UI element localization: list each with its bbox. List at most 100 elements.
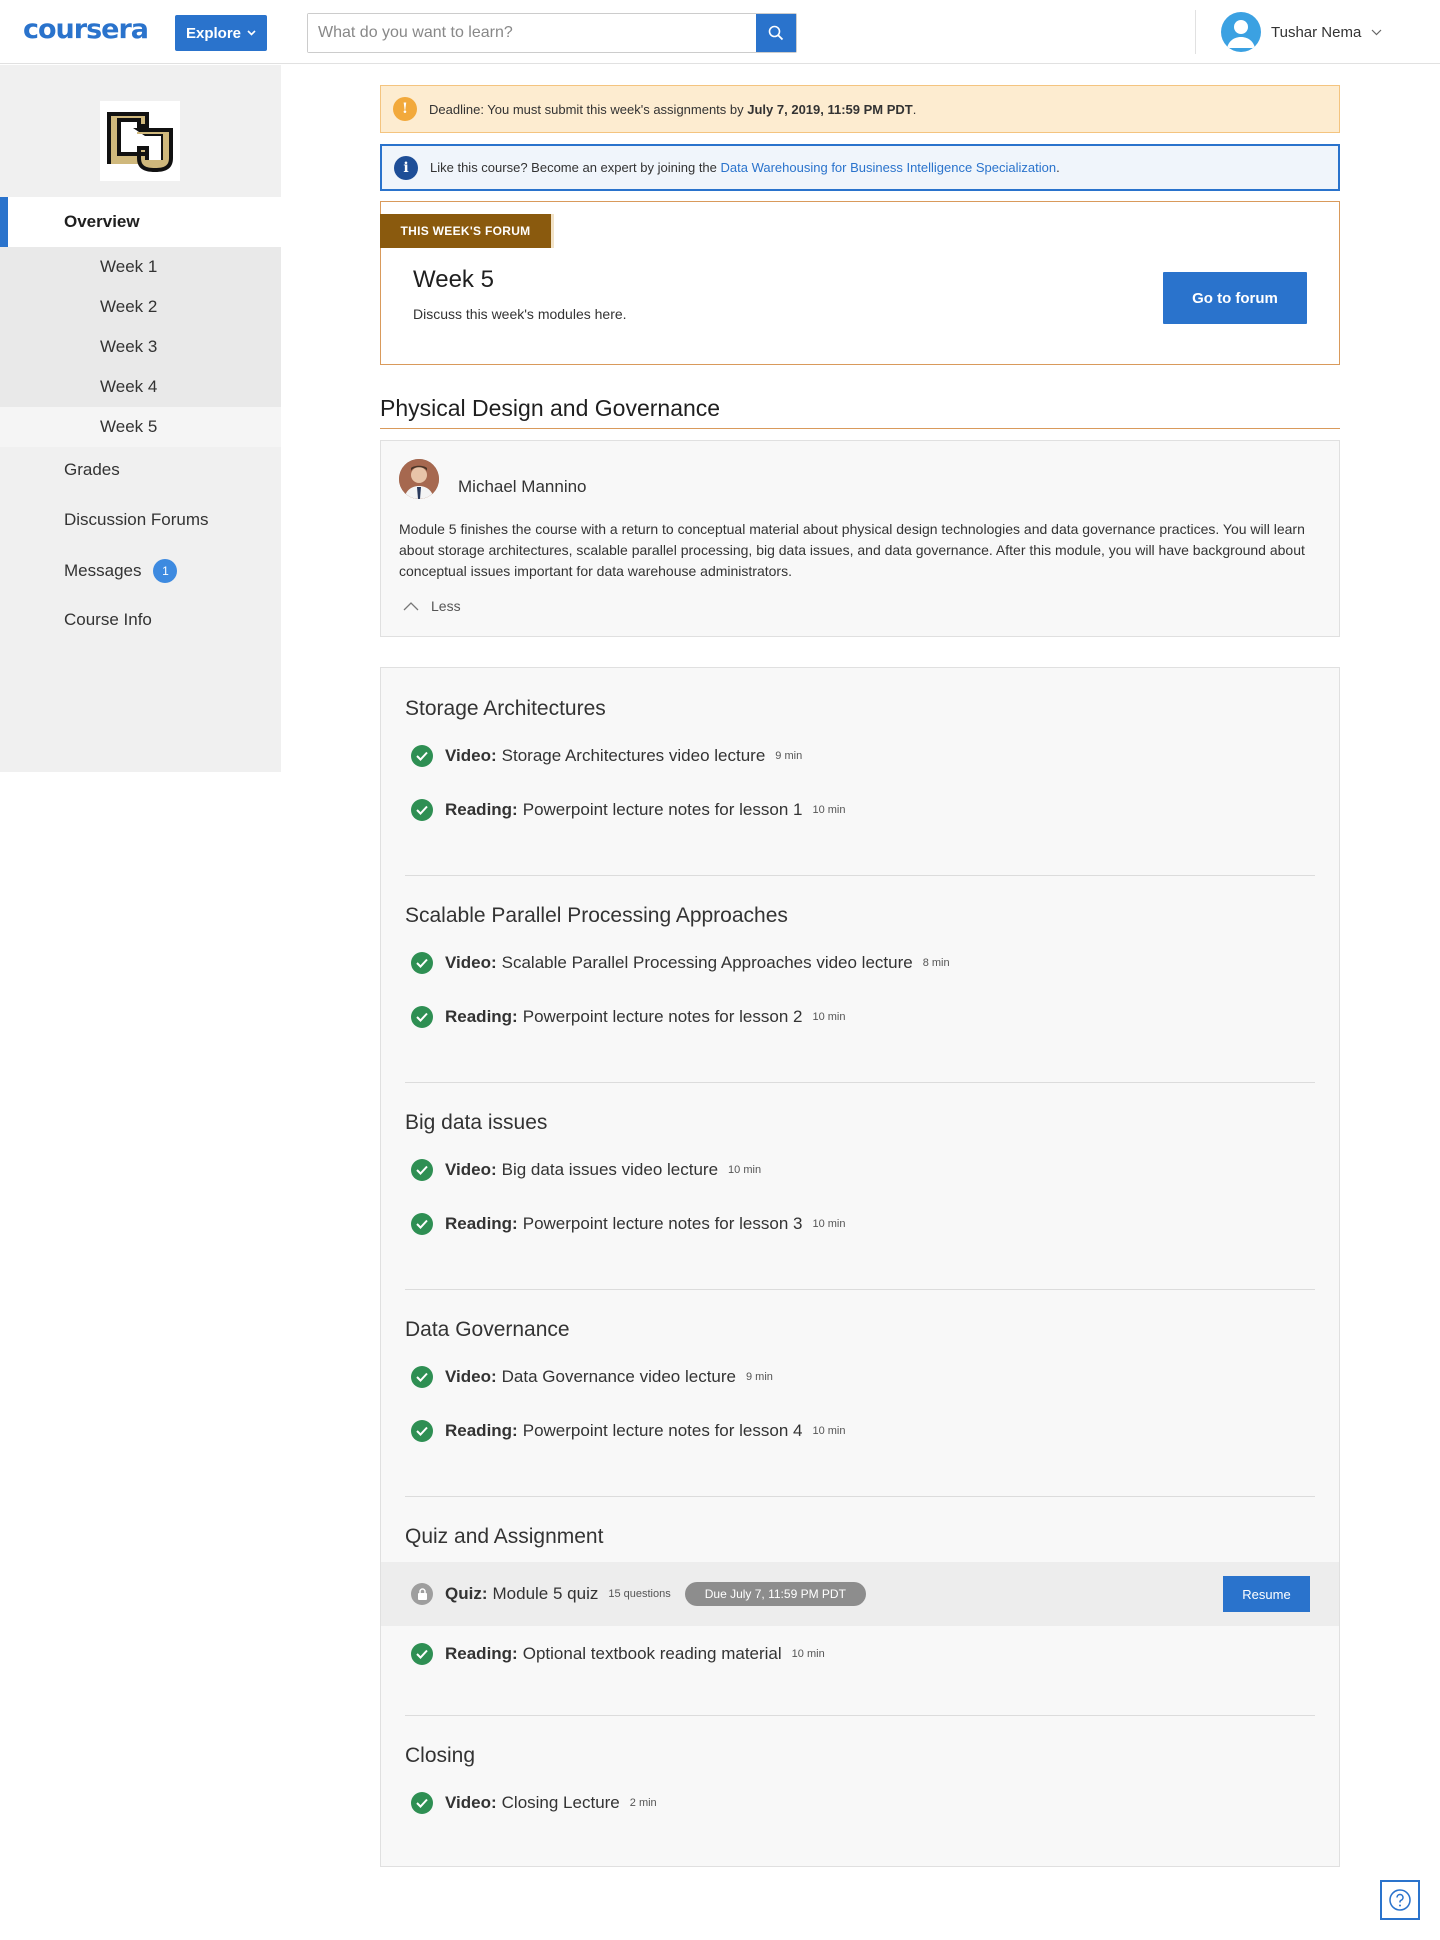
item-name: Big data issues video lecture <box>501 1160 719 1179</box>
item-kind: Reading: <box>445 1214 518 1233</box>
top-header: coursera Explore Tushar Nema <box>0 0 1440 64</box>
search-icon <box>768 25 784 41</box>
item-name: Powerpoint lecture notes for lesson 4 <box>522 1421 803 1440</box>
warning-icon: ! <box>393 97 417 121</box>
sidebar-item-grades[interactable]: Grades <box>64 460 120 480</box>
item-kind: Reading: <box>445 1007 518 1026</box>
university-logo[interactable] <box>100 101 180 181</box>
user-name: Tushar Nema <box>1271 23 1362 41</box>
lesson-item[interactable]: Video: Closing Lecture 2 min <box>411 1792 657 1814</box>
lesson-item[interactable]: Reading: Powerpoint lecture notes for le… <box>411 1006 845 1028</box>
item-name: Powerpoint lecture notes for lesson 3 <box>522 1214 803 1233</box>
lesson-divider <box>405 1496 1315 1497</box>
deadline-prefix: Deadline: You must submit this week's as… <box>429 101 748 117</box>
cu-logo-icon <box>107 112 173 172</box>
module-description-card: Michael Mannino Module 5 finishes the co… <box>380 440 1340 637</box>
item-name: Module 5 quiz <box>492 1584 599 1603</box>
lock-icon <box>411 1583 433 1605</box>
lesson-item[interactable]: Reading: Powerpoint lecture notes for le… <box>411 799 845 821</box>
quiz-question-count: 15 questions <box>608 1588 671 1600</box>
messages-label: Messages <box>64 561 142 580</box>
lesson-title: Quiz and Assignment <box>405 1525 604 1548</box>
less-toggle[interactable]: Less <box>403 598 461 614</box>
check-circle-icon <box>411 1213 433 1235</box>
info-suffix: . <box>1056 160 1060 175</box>
chevron-down-icon <box>247 30 256 36</box>
sidebar-item-week-1[interactable]: Week 1 <box>0 247 281 287</box>
module-description: Module 5 finishes the course with a retu… <box>399 521 1305 579</box>
item-duration: 10 min <box>812 804 846 816</box>
lesson-divider <box>405 875 1315 876</box>
lesson-item[interactable]: Reading: Optional textbook reading mater… <box>411 1643 825 1665</box>
sidebar: Overview Week 1 Week 2 Week 3 Week 4 Wee… <box>0 65 281 772</box>
search-input[interactable] <box>308 14 756 52</box>
check-circle-icon <box>411 745 433 767</box>
sidebar-item-week-3[interactable]: Week 3 <box>0 327 281 367</box>
item-duration: 10 min <box>791 1648 825 1660</box>
coursera-logo[interactable]: coursera <box>23 14 149 45</box>
help-icon <box>1389 1889 1411 1911</box>
quiz-row[interactable]: Quiz: Module 5 quiz 15 questions Due Jul… <box>381 1562 1339 1626</box>
forum-tag: THIS WEEK'S FORUM <box>380 214 551 248</box>
specialization-alert: i Like this course? Become an expert by … <box>380 144 1340 191</box>
deadline-alert: ! Deadline: You must submit this week's … <box>380 85 1340 133</box>
lesson-item[interactable]: Video: Scalable Parallel Processing Appr… <box>411 952 950 974</box>
forum-subtitle: Discuss this week's modules here. <box>413 306 627 322</box>
item-name: Optional textbook reading material <box>522 1644 782 1663</box>
item-duration: 10 min <box>728 1164 762 1176</box>
sidebar-item-week-5[interactable]: Week 5 <box>0 407 281 447</box>
explore-label: Explore <box>185 24 242 42</box>
item-name: Storage Architectures video lecture <box>501 746 766 765</box>
item-kind: Video: <box>445 746 497 765</box>
item-name: Powerpoint lecture notes for lesson 1 <box>522 800 803 819</box>
item-name: Data Governance video lecture <box>501 1367 736 1386</box>
check-circle-icon <box>411 1159 433 1181</box>
item-duration: 8 min <box>922 957 950 969</box>
quiz-item[interactable]: Quiz: Module 5 quiz 15 questions Due Jul… <box>411 1582 866 1606</box>
help-button[interactable] <box>1380 1880 1420 1920</box>
item-duration: 10 min <box>812 1425 846 1437</box>
lesson-item[interactable]: Reading: Powerpoint lecture notes for le… <box>411 1420 845 1442</box>
info-prefix: Like this course? Become an expert by jo… <box>430 160 721 175</box>
go-to-forum-button[interactable]: Go to forum <box>1163 272 1307 324</box>
lesson-title: Scalable Parallel Processing Approaches <box>405 904 788 927</box>
module-title: Physical Design and Governance <box>380 395 721 421</box>
item-kind: Reading: <box>445 1644 518 1663</box>
sidebar-item-course-info[interactable]: Course Info <box>64 610 152 630</box>
lesson-item[interactable]: Video: Storage Architectures video lectu… <box>411 745 802 767</box>
user-icon <box>1227 20 1255 48</box>
lesson-divider <box>405 1715 1315 1716</box>
instructor-name[interactable]: Michael Mannino <box>458 477 587 497</box>
item-duration: 9 min <box>775 750 803 762</box>
lesson-item[interactable]: Reading: Powerpoint lecture notes for le… <box>411 1213 845 1235</box>
resume-button[interactable]: Resume <box>1223 1576 1310 1612</box>
item-name: Powerpoint lecture notes for lesson 2 <box>522 1007 803 1026</box>
due-date-badge: Due July 7, 11:59 PM PDT <box>684 1582 866 1606</box>
search-bar <box>307 13 797 53</box>
lesson-title: Big data issues <box>405 1111 548 1134</box>
weekly-forum-card: THIS WEEK'S FORUM Week 5 Discuss this we… <box>380 201 1340 365</box>
lesson-divider <box>405 1289 1315 1290</box>
user-menu[interactable]: Tushar Nema <box>1221 12 1382 52</box>
item-kind: Reading: <box>445 1421 518 1440</box>
sidebar-item-messages[interactable]: Messages 1 <box>64 559 178 583</box>
avatar <box>1221 12 1261 52</box>
lesson-item[interactable]: Video: Big data issues video lecture 10 … <box>411 1159 761 1181</box>
check-circle-icon <box>411 1420 433 1442</box>
info-icon: i <box>394 155 418 180</box>
explore-button[interactable]: Explore <box>175 15 267 51</box>
specialization-link[interactable]: Data Warehousing for Business Intelligen… <box>721 160 1057 175</box>
item-kind: Video: <box>445 1160 497 1179</box>
item-duration: 10 min <box>812 1218 846 1230</box>
lesson-item[interactable]: Video: Data Governance video lecture 9 m… <box>411 1366 773 1388</box>
sidebar-item-forums[interactable]: Discussion Forums <box>64 510 209 530</box>
deadline-date: July 7, 2019, 11:59 PM PDT <box>747 101 913 117</box>
item-kind: Quiz: <box>445 1584 488 1603</box>
header-divider <box>1195 10 1196 54</box>
week-list: Week 1 Week 2 Week 3 Week 4 Week 5 <box>0 247 281 447</box>
sidebar-item-week-4[interactable]: Week 4 <box>0 367 281 407</box>
search-button[interactable] <box>756 14 796 52</box>
sidebar-item-overview[interactable]: Overview <box>0 197 281 247</box>
sidebar-item-week-2[interactable]: Week 2 <box>0 287 281 327</box>
deadline-text: Deadline: You must submit this week's as… <box>429 102 916 117</box>
